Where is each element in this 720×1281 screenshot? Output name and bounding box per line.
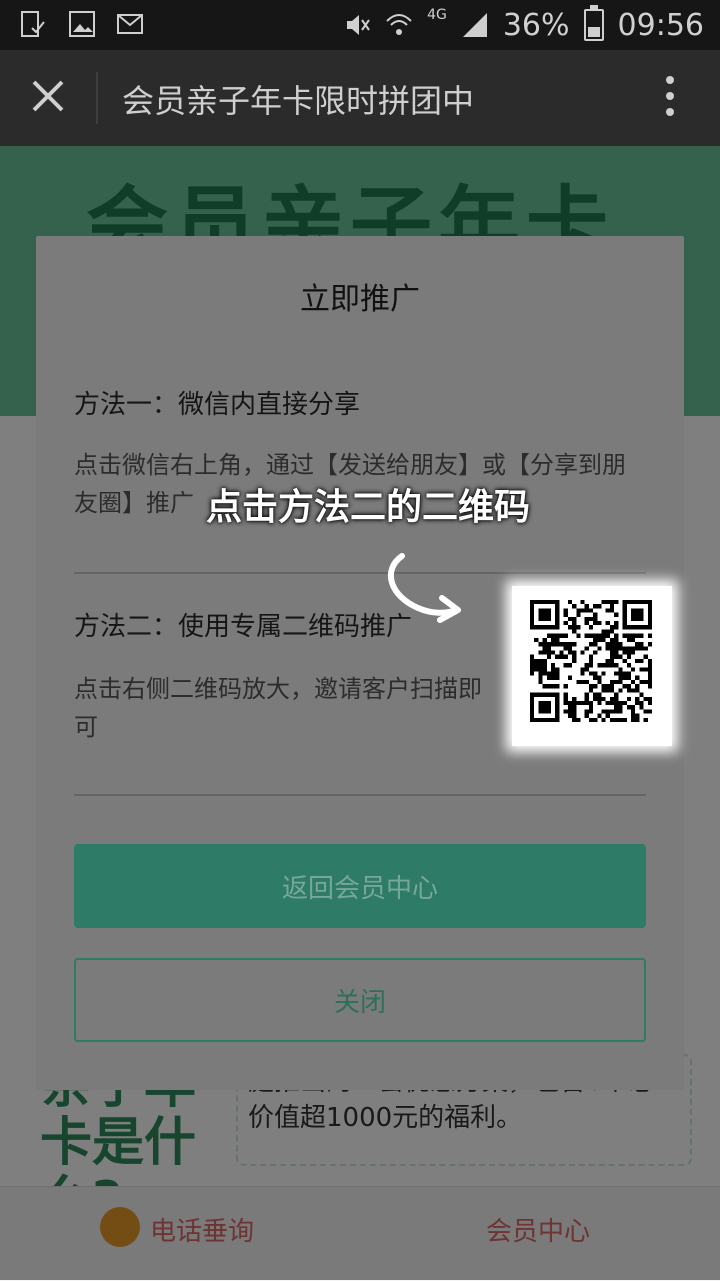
battery-icon <box>583 5 604 41</box>
wifi-icon <box>386 14 412 35</box>
title-divider <box>96 72 98 124</box>
annotation-text: 点击方法二的二维码 <box>206 487 531 528</box>
signal-icon <box>462 13 487 37</box>
modal-title: 立即推广 <box>300 282 420 317</box>
battery-percent: 36% <box>502 7 570 43</box>
separator <box>74 572 646 574</box>
network-type: 4G <box>427 7 447 23</box>
phone-check-icon <box>21 11 45 37</box>
close-button[interactable]: 关闭 <box>74 958 646 1042</box>
more-menu-icon[interactable] <box>666 76 676 124</box>
clock: 09:56 <box>617 7 704 43</box>
arrow-icon <box>387 553 461 623</box>
page-title: 会员亲子年卡限时拼团中 <box>122 82 475 120</box>
qr-code-icon <box>530 600 652 722</box>
mute-icon <box>347 15 370 35</box>
title-bar: 会员亲子年卡限时拼团中 <box>0 50 720 146</box>
method2-heading: 方法二：使用专属二维码推广 <box>74 612 413 642</box>
separator <box>74 794 646 796</box>
return-member-center-button[interactable]: 返回会员中心 <box>74 844 646 928</box>
qr-code[interactable] <box>512 586 672 746</box>
close-icon[interactable] <box>26 74 70 118</box>
image-icon <box>69 11 95 37</box>
status-bar: 4G 36% 09:56 <box>0 0 720 50</box>
method2-description: 点击右侧二维码放大，邀请客户扫描即可 <box>74 675 482 741</box>
method1-heading: 方法一：微信内直接分享 <box>74 390 361 420</box>
status-right: 4G 36% 09:56 <box>343 0 704 50</box>
mail-icon <box>117 14 143 34</box>
